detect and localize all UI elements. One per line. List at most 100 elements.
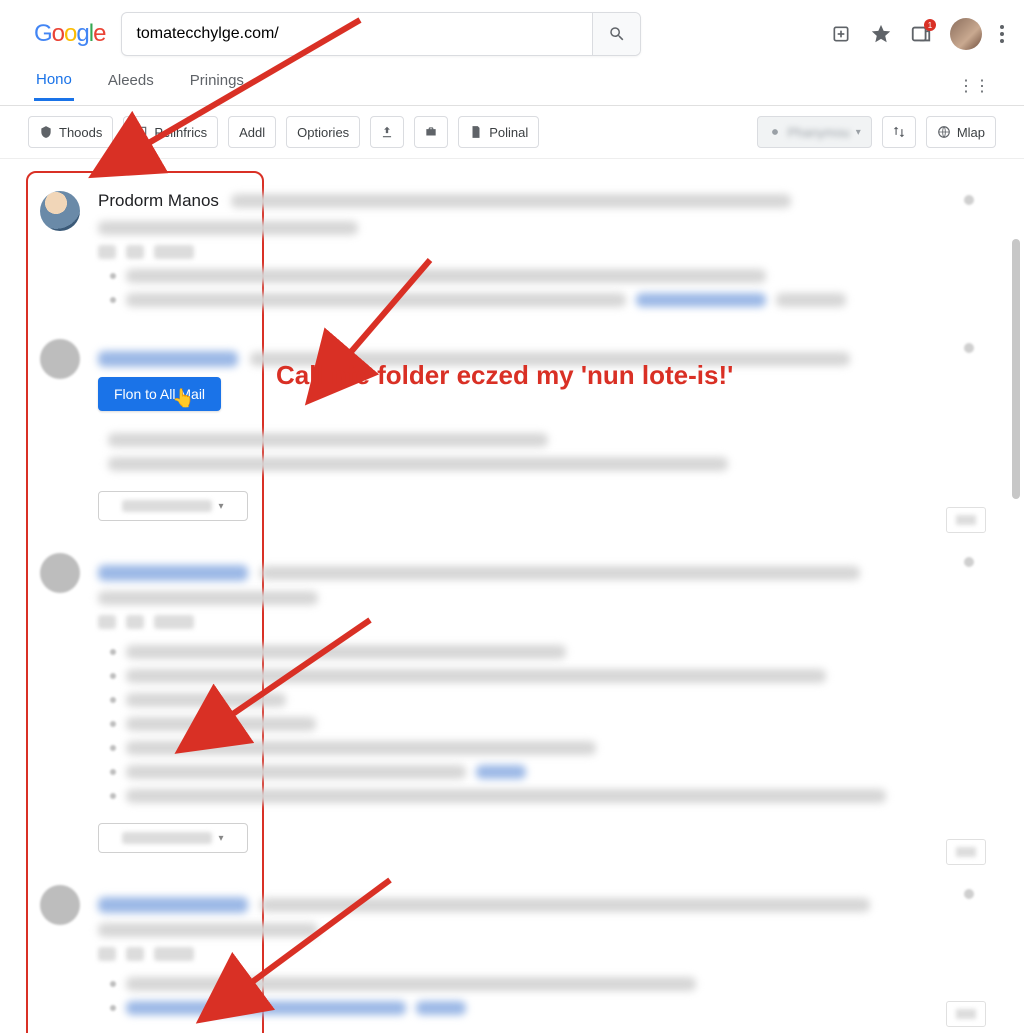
chip-sort[interactable] [882,116,916,148]
flow-to-all-mail-button[interactable]: Flon to All Mail [98,377,221,411]
box-icon [134,125,148,139]
blurred-text [231,194,791,208]
search-box [121,12,641,56]
blurred-badge [154,245,194,259]
chip-briefcase[interactable] [414,116,448,148]
scrollbar[interactable] [1012,159,1020,1033]
blurred-text [126,977,696,991]
result-item: Flon to All Mail ▾ [28,325,996,539]
blurred-badge [126,245,144,259]
chip-polinal[interactable]: Polinal [458,116,539,148]
annotation-callout: Call nfe folder eczed my 'nun lote-is!' [276,360,733,391]
chip-upload[interactable] [370,116,404,148]
chip-label: Phanymou [788,125,850,140]
google-logo: Google [34,20,105,48]
chip-mlap[interactable]: Mlap [926,116,996,148]
blurred-link[interactable] [126,1001,406,1015]
tabs-settings-icon[interactable]: ⋮⋮ [958,76,990,96]
blurred-text [126,293,626,307]
result-action-mini[interactable] [946,507,986,533]
result-avatar [40,553,80,593]
chevron-down-icon: ▾ [856,127,861,138]
chip-addl[interactable]: Addl [228,116,276,148]
blurred-badge [126,615,144,629]
tab-hono[interactable]: Hono [34,71,74,101]
scrollbar-thumb[interactable] [1012,239,1020,499]
result-action-mini[interactable] [946,839,986,865]
chips-right-group: Phanymou ▾ Mlap [757,116,996,148]
result-author-name: Prodorm Manos [98,191,219,211]
blurred-text [98,221,358,235]
blurred-badge [98,245,116,259]
tag-icon [768,125,782,139]
blurred-badge [126,947,144,961]
tab-aleeds[interactable]: Aleeds [106,72,156,99]
chip-label: Optiories [297,125,349,140]
tab-prinings[interactable]: Prinings [188,72,246,99]
result-avatar [40,339,80,379]
blurred-text [126,269,766,283]
chip-phanymou[interactable]: Phanymou ▾ [757,116,872,148]
search-button[interactable] [592,13,640,55]
blurred-text [126,741,596,755]
blurred-text [108,457,728,471]
result-dropdown[interactable]: ▾ [98,823,248,853]
upload-icon [380,125,394,139]
blurred-text [126,789,886,803]
blurred-text [260,898,870,912]
blurred-text [108,433,548,447]
doc-icon [469,125,483,139]
blurred-badge [154,947,194,961]
blurred-badge [98,947,116,961]
star-icon[interactable] [870,23,892,45]
blurred-link[interactable] [476,765,526,779]
blurred-text [126,645,566,659]
globe-icon [937,125,951,139]
header-bar: Google 1 [0,0,1024,66]
chip-label: Thoods [59,125,102,140]
blurred-link[interactable] [416,1001,466,1015]
blurred-text [98,923,318,937]
result-menu-icon[interactable] [964,195,974,205]
notifications-icon[interactable]: 1 [910,23,932,45]
result-menu-icon[interactable] [964,889,974,899]
chip-pelihfrics[interactable]: Pelihfrics [123,116,218,148]
blurred-badge [154,615,194,629]
chip-label: Pelihfrics [154,125,207,140]
tabs-row: Hono Aleeds Prinings ⋮⋮ [0,66,1024,106]
blurred-link[interactable] [636,293,766,307]
blurred-text [126,693,286,707]
grid-add-icon[interactable] [830,23,852,45]
chip-thoods[interactable]: Thoods [28,116,113,148]
blurred-text [126,765,466,779]
result-dropdown[interactable]: ▾ [98,491,248,521]
chip-label: Mlap [957,125,985,140]
notification-badge: 1 [924,19,936,31]
results-area: Prodorm Manos Flon to All Mail ▾ [0,159,1024,1033]
result-action-mini[interactable] [946,1001,986,1027]
more-menu-icon[interactable] [1000,25,1004,43]
header-right: 1 [830,18,1004,50]
blurred-text [126,717,316,731]
blurred-badge [98,615,116,629]
blurred-link[interactable] [98,897,248,913]
result-menu-icon[interactable] [964,557,974,567]
blurred-text [98,591,318,605]
search-icon [608,25,626,43]
blurred-text [260,566,860,580]
blurred-text [126,669,826,683]
chip-optiories[interactable]: Optiories [286,116,360,148]
account-avatar[interactable] [950,18,982,50]
search-input[interactable] [122,25,592,43]
shield-icon [39,125,53,139]
briefcase-icon [424,125,438,139]
result-item: ▾ [28,539,996,871]
sort-icon [892,125,906,139]
filter-chips-row: Thoods Pelihfrics Addl Optiories Polinal… [0,106,1024,159]
blurred-link[interactable] [98,565,248,581]
blurred-link[interactable] [98,351,238,367]
result-menu-icon[interactable] [964,343,974,353]
result-item: Prodorm Manos [28,177,996,325]
result-avatar [40,885,80,925]
result-item [28,871,996,1033]
